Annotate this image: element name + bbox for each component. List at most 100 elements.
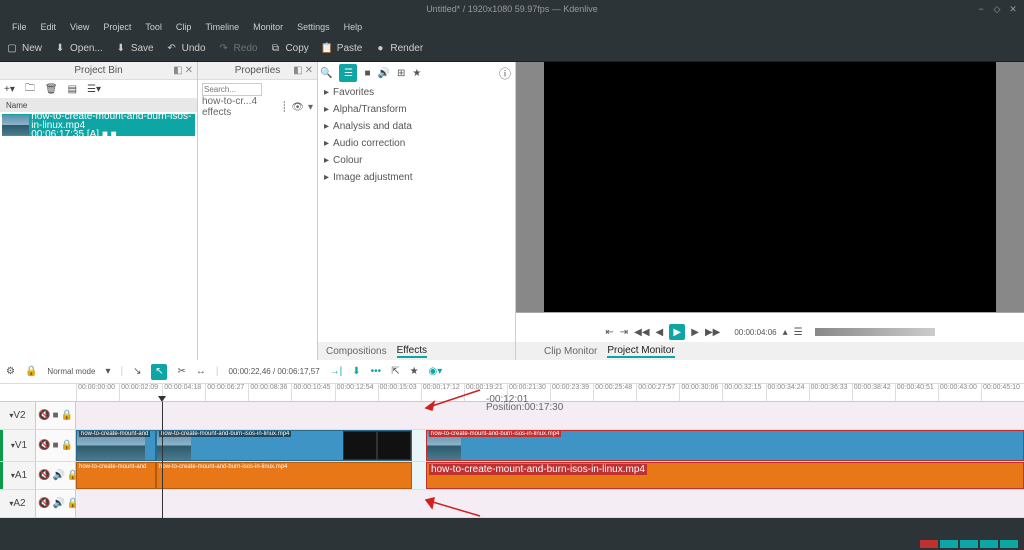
close-panel-icon[interactable]: ✕ xyxy=(305,65,313,76)
menu-tool[interactable]: Tool xyxy=(139,20,168,34)
next-frame-icon[interactable]: ▶ xyxy=(691,327,699,338)
eff-cat-alpha[interactable]: ▸ Alpha/Transform xyxy=(318,101,515,118)
solo-icon[interactable]: 🔊 xyxy=(52,498,64,509)
render-button[interactable]: ●Render xyxy=(374,43,423,55)
close-panel-icon[interactable]: ✕ xyxy=(185,65,193,76)
copy-button[interactable]: ⧉Copy xyxy=(269,43,308,55)
forward-icon[interactable]: ▶▶ xyxy=(705,327,720,338)
spacer-tool[interactable]: ↔ xyxy=(196,366,206,377)
undo-button[interactable]: ↶Undo xyxy=(166,43,206,55)
tab-clip-monitor[interactable]: Clip Monitor xyxy=(544,346,597,357)
add-clip-button[interactable]: +▾ xyxy=(4,84,15,95)
video-filter-icon[interactable]: ■ xyxy=(364,68,370,79)
menu-project[interactable]: Project xyxy=(97,20,137,34)
play-button[interactable]: ▶ xyxy=(669,324,685,340)
hide-icon[interactable]: ■ xyxy=(52,440,58,451)
track-head-v2[interactable]: ▾ V2 xyxy=(0,402,36,429)
mute-icon[interactable]: 🔇 xyxy=(38,470,50,481)
audio-clip-3-selected[interactable]: how-to-create-mount-and-burn-isos-in-lin… xyxy=(426,462,1024,489)
audio-filter-icon[interactable]: 🔊 xyxy=(378,68,390,79)
monitor-timecode[interactable]: 00:00:04:06 xyxy=(734,328,776,337)
search-input[interactable] xyxy=(202,83,262,96)
list-view-button[interactable]: ☰ xyxy=(339,64,357,82)
undock-icon[interactable]: ◧ xyxy=(173,65,182,76)
lock-track-icon[interactable]: 🔒 xyxy=(61,410,73,421)
menu-settings[interactable]: Settings xyxy=(291,20,336,34)
custom-filter-icon[interactable]: ⊞ xyxy=(397,68,405,79)
video-clip-1[interactable]: how-to-create-mount-and xyxy=(76,430,156,461)
mute-icon[interactable]: 🔇 xyxy=(38,440,50,451)
overwrite-icon[interactable]: ⬇ xyxy=(352,366,360,377)
tab-project-monitor[interactable]: Project Monitor xyxy=(607,345,674,358)
track-body-a2[interactable] xyxy=(76,490,1024,517)
hide-icon[interactable]: ■ xyxy=(52,410,58,421)
eye-icon[interactable]: 👁 xyxy=(291,102,304,113)
zone-end-icon[interactable]: ⇥ xyxy=(620,327,628,338)
eff-cat-colour[interactable]: ▸ Colour xyxy=(318,152,515,169)
menu-help[interactable]: Help xyxy=(338,20,369,34)
eff-cat-favorites[interactable]: ▸ Favorites xyxy=(318,84,515,101)
minimize-icon[interactable]: − xyxy=(976,4,986,14)
eff-cat-image[interactable]: ▸ Image adjustment xyxy=(318,169,515,186)
mute-icon[interactable]: 🔇 xyxy=(38,498,50,509)
rewind-icon[interactable]: ◀◀ xyxy=(634,327,649,338)
save-button[interactable]: ⬇Save xyxy=(115,43,154,55)
prev-frame-icon[interactable]: ◀ xyxy=(656,327,664,338)
lift-icon[interactable]: ⇱ xyxy=(391,366,399,377)
tab-effects[interactable]: Effects xyxy=(397,345,427,358)
monitor-ruler[interactable] xyxy=(516,312,1024,322)
mute-icon[interactable]: 🔇 xyxy=(38,410,50,421)
maximize-icon[interactable]: ◇ xyxy=(992,4,1002,14)
edit-mode-selector[interactable]: Normal mode xyxy=(47,367,95,376)
chevron-down-icon[interactable]: ▾ xyxy=(308,102,313,113)
gear-icon[interactable]: ⚙ xyxy=(6,366,15,377)
lock-icon[interactable]: 🔒 xyxy=(25,366,37,377)
menu-timeline[interactable]: Timeline xyxy=(199,20,245,34)
menu-monitor[interactable]: Monitor xyxy=(247,20,289,34)
tab-compositions[interactable]: Compositions xyxy=(326,346,387,357)
zone-start-icon[interactable]: ⇤ xyxy=(605,327,613,338)
open-button[interactable]: ⬇Open... xyxy=(54,43,103,55)
favorite-effect-icon[interactable]: ★ xyxy=(410,366,419,377)
track-head-a1[interactable]: ▾ A1 xyxy=(0,462,36,489)
timecode-up[interactable]: ▴ xyxy=(783,327,788,338)
delete-icon[interactable]: 🗑 xyxy=(45,84,58,95)
favorite-filter-icon[interactable]: ★ xyxy=(412,68,421,79)
razor-tool[interactable]: ✂ xyxy=(177,366,185,377)
track-body-a1[interactable]: how-to-create-mount-and how-to-create-mo… xyxy=(76,462,1024,489)
solo-icon[interactable]: 🔊 xyxy=(52,470,64,481)
insert-icon[interactable]: →| xyxy=(330,366,343,377)
trim-icon[interactable]: ↘ xyxy=(133,366,141,377)
undock-icon[interactable]: ◧ xyxy=(293,65,302,76)
timeline-gap[interactable] xyxy=(412,430,426,461)
bin-clip-item[interactable]: how-to-create-mount-and-burn-isos-in-lin… xyxy=(2,114,195,136)
options-icon[interactable]: ☰▾ xyxy=(87,84,101,95)
info-icon[interactable]: ⓘ xyxy=(499,65,511,82)
preview-render-icon[interactable]: ◉▾ xyxy=(429,366,443,377)
menu-edit[interactable]: Edit xyxy=(35,20,63,34)
menu-clip[interactable]: Clip xyxy=(170,20,198,34)
lock-track-icon[interactable]: 🔒 xyxy=(61,440,73,451)
extract-icon[interactable]: ••• xyxy=(371,366,382,377)
new-button[interactable]: ▢New xyxy=(6,43,42,55)
menu-file[interactable]: File xyxy=(6,20,33,34)
selection-tool[interactable]: ↖ xyxy=(151,364,167,380)
close-icon[interactable]: ✕ xyxy=(1008,4,1018,14)
video-clip-2[interactable]: how-to-create-mount-and-burn-isos-in-lin… xyxy=(156,430,412,461)
search-icon[interactable]: 🔍 xyxy=(320,68,332,79)
bin-name-header[interactable]: Name xyxy=(0,98,197,112)
playhead[interactable] xyxy=(162,402,163,518)
track-head-v1[interactable]: ▾ V1 xyxy=(0,430,36,461)
track-head-a2[interactable]: ▾ A2 xyxy=(0,490,36,517)
eff-cat-analysis[interactable]: ▸ Analysis and data xyxy=(318,118,515,135)
folder-icon[interactable]: 🗀 xyxy=(25,81,35,98)
volume-slider[interactable] xyxy=(815,328,935,336)
timeline-gap-audio[interactable] xyxy=(412,462,426,489)
audio-clip-2[interactable]: how-to-create-mount-and-burn-isos-in-lin… xyxy=(156,462,412,489)
project-monitor-viewport[interactable] xyxy=(544,62,996,312)
redo-button[interactable]: ↷Redo xyxy=(218,43,258,55)
paste-button[interactable]: 📋Paste xyxy=(321,43,363,55)
monitor-menu-icon[interactable]: ☰ xyxy=(794,327,803,338)
menu-view[interactable]: View xyxy=(64,20,95,34)
track-body-v1[interactable]: how-to-create-mount-and how-to-create-mo… xyxy=(76,430,1024,461)
